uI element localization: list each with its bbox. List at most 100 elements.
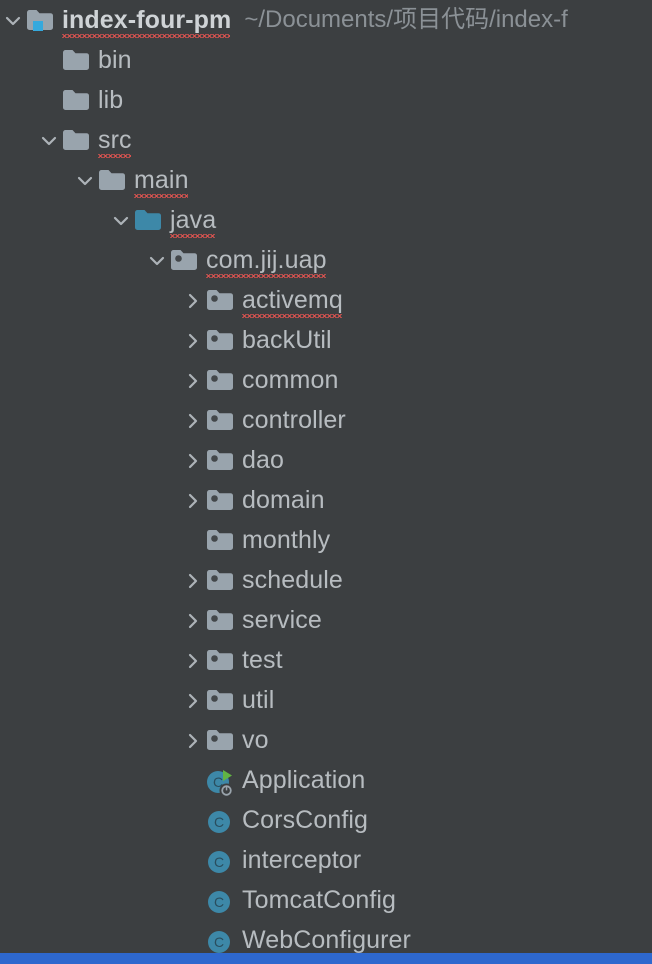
chevron-right-icon[interactable] [180,440,206,480]
tree-node-label: src [92,125,132,158]
tree-row[interactable]: util [0,680,652,720]
chevron-down-icon[interactable] [72,160,98,200]
folder-icon [62,40,92,80]
tree-row[interactable]: test [0,640,652,680]
spring-boot-run-class-icon: C [206,760,236,800]
tree-node-label: schedule [242,566,343,594]
chevron-right-icon[interactable] [180,280,206,320]
tree-node-label: backUtil [242,326,332,354]
tree-row[interactable]: domain [0,480,652,520]
tree-node-label: bin [98,46,132,74]
tree-row[interactable]: src [0,120,652,160]
tree-node-label: interceptor [242,846,362,874]
package-folder-icon [170,240,200,280]
tree-row[interactable]: service [0,600,652,640]
tree-row[interactable]: controller [0,400,652,440]
package-folder-icon [206,520,236,560]
tree-row[interactable]: schedule [0,560,652,600]
package-folder-icon [206,360,236,400]
project-root-label: index-four-pm [56,5,231,38]
tree-row[interactable]: common [0,360,652,400]
tree-node-label: util [242,686,275,714]
folder-icon [98,160,128,200]
package-folder-icon [206,640,236,680]
package-folder-icon [206,440,236,480]
tree-node-label: dao [242,446,285,474]
tree-node-label: com.jij.uap [200,245,327,278]
project-root-path: ~/Documents/项目代码/index-f [244,6,568,33]
package-folder-icon [206,600,236,640]
tree-row[interactable]: activemq [0,280,652,320]
chevron-right-icon[interactable] [180,400,206,440]
svg-text:C: C [214,814,224,830]
tree-node-label: java [164,205,216,238]
chevron-right-icon[interactable] [180,720,206,760]
chevron-right-icon[interactable] [180,320,206,360]
tree-node-label: lib [98,86,124,114]
tree-node-label: common [242,366,339,394]
tree-row[interactable]: monthly [0,520,652,560]
project-tool-window: index-four-pm ~/Documents/项目代码/index-f bin… [0,0,652,964]
tree-node-label: controller [242,406,346,434]
chevron-down-icon[interactable] [144,240,170,280]
tree-node-label: service [242,606,322,634]
tree-node-label: activemq [236,285,343,318]
chevron-right-icon[interactable] [180,480,206,520]
chevron-right-icon[interactable] [180,560,206,600]
project-tree-list[interactable]: index-four-pm ~/Documents/项目代码/index-f bin… [0,0,652,960]
svg-text:C: C [214,854,224,870]
tree-row[interactable]: C TomcatConfig [0,880,652,920]
tree-node-label: Application [242,766,366,794]
java-class-icon: C [206,840,236,880]
java-class-icon: C [206,880,236,920]
tree-row[interactable]: vo [0,720,652,760]
tree-node-label: domain [242,486,325,514]
chevron-right-icon[interactable] [180,680,206,720]
svg-text:C: C [214,894,224,910]
chevron-right-icon[interactable] [180,600,206,640]
bottom-accent-bar [0,953,652,964]
svg-text:C: C [214,934,224,950]
package-folder-icon [206,480,236,520]
tree-node-label: main [128,165,189,198]
folder-icon [62,80,92,120]
chevron-down-icon[interactable] [36,120,62,160]
tree-node-label: vo [242,726,269,754]
tree-node-label: CorsConfig [242,806,369,834]
chevron-down-icon[interactable] [0,0,26,40]
tree-node-label: monthly [242,526,331,554]
source-root-folder-icon [134,200,164,240]
package-folder-icon [206,720,236,760]
folder-icon [62,120,92,160]
java-class-icon: C [206,800,236,840]
chevron-down-icon[interactable] [108,200,134,240]
chevron-right-icon[interactable] [180,360,206,400]
tree-node-label: test [242,646,283,674]
tree-row[interactable]: dao [0,440,652,480]
package-folder-icon [206,400,236,440]
tree-node-label: TomcatConfig [242,886,397,914]
chevron-right-icon[interactable] [180,640,206,680]
tree-row[interactable]: backUtil [0,320,652,360]
tree-node-label: WebConfigurer [242,926,411,954]
tree-row[interactable]: Cinterceptor [0,840,652,880]
tree-row[interactable]: C CorsConfig [0,800,652,840]
tree-row[interactable]: C Application [0,760,652,800]
tree-row[interactable]: main [0,160,652,200]
tree-row[interactable]: java [0,200,652,240]
tree-row[interactable]: lib [0,80,652,120]
tree-row[interactable]: bin [0,40,652,80]
tree-row[interactable]: com.jij.uap [0,240,652,280]
tree-row[interactable]: index-four-pm ~/Documents/项目代码/index-f [0,0,652,40]
package-folder-icon [206,320,236,360]
package-folder-icon [206,680,236,720]
package-folder-icon [206,280,236,320]
package-folder-icon [206,560,236,600]
